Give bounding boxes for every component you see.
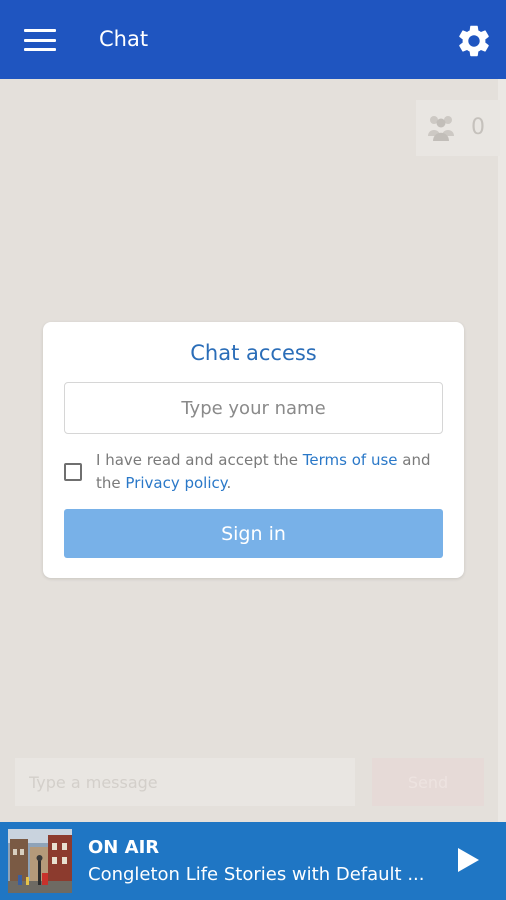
terms-suffix: .	[226, 474, 232, 492]
message-input[interactable]	[15, 758, 355, 806]
privacy-policy-link[interactable]: Privacy policy	[125, 474, 226, 492]
now-playing-track: Congleton Life Stories with Default ...	[88, 864, 425, 885]
app-bar: Chat	[0, 0, 506, 79]
dialog-title: Chat access	[190, 341, 317, 365]
sign-in-button[interactable]: Sign in	[64, 509, 443, 558]
online-users-indicator[interactable]: 0	[416, 100, 500, 156]
hamburger-menu-icon[interactable]	[24, 29, 56, 51]
player-bar: ON AIR Congleton Life Stories with Defau…	[0, 822, 506, 900]
scrollbar-track[interactable]	[498, 79, 506, 822]
play-icon[interactable]	[454, 846, 482, 874]
album-art-image	[8, 829, 72, 893]
chat-access-dialog: Chat access I have read and accept the T…	[43, 322, 464, 578]
accept-terms-checkbox[interactable]	[64, 463, 82, 481]
terms-text: I have read and accept the Terms of use …	[96, 449, 441, 495]
users-group-icon	[426, 114, 456, 142]
gear-icon[interactable]	[455, 22, 493, 60]
terms-prefix: I have read and accept the	[96, 451, 299, 469]
online-users-count: 0	[471, 115, 485, 140]
send-button[interactable]: Send	[372, 758, 484, 806]
on-air-label: ON AIR	[88, 837, 160, 858]
name-input[interactable]	[64, 382, 443, 434]
terms-of-use-link[interactable]: Terms of use	[303, 451, 398, 469]
app-title: Chat	[99, 27, 149, 51]
